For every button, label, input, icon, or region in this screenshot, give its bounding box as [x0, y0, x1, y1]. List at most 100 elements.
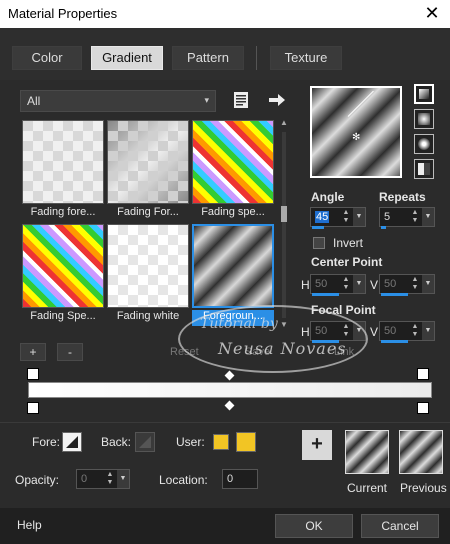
preset-image [107, 224, 189, 308]
preset-image [22, 120, 104, 204]
opacity-spinbox[interactable]: 0 ▲ ▼ ▼ [76, 469, 130, 489]
tab-gradient[interactable]: Gradient [91, 46, 163, 70]
chevron-down-icon[interactable]: ▼ [422, 322, 434, 340]
opacity-stop-left[interactable] [27, 368, 39, 380]
repeats-spinbox[interactable]: 5 ▲ ▼ ▼ [379, 207, 435, 229]
watermark-line1: Tutorial by [200, 316, 278, 332]
preset-thumbnail[interactable]: Fading Spe... [22, 224, 104, 326]
location-input[interactable]: 0 [222, 469, 258, 489]
scroll-thumb[interactable] [281, 206, 287, 222]
spin-arrows-icon[interactable]: ▲ ▼ [410, 276, 420, 292]
tab-separator [256, 46, 257, 70]
repeats-level [381, 226, 386, 229]
tab-texture[interactable]: Texture [270, 46, 342, 70]
radial-style-button[interactable] [414, 159, 434, 179]
preset-thumbnail[interactable]: Fading fore... [22, 120, 104, 222]
back-swatch[interactable] [135, 432, 155, 452]
help-button[interactable]: Help [17, 518, 42, 532]
linear-style-button[interactable] [414, 84, 434, 104]
preset-thumbnail[interactable]: Fading spe... [192, 120, 274, 222]
color-stop-right[interactable] [417, 402, 429, 414]
invert-label: Invert [333, 236, 364, 250]
ok-button[interactable]: OK [275, 514, 353, 538]
gradient-preview[interactable]: ✻ [310, 86, 402, 178]
spin-arrows-icon[interactable]: ▲ ▼ [341, 209, 351, 225]
color-stop-left[interactable] [27, 402, 39, 414]
center-v-value: 50 [384, 278, 397, 290]
preset-thumbnail[interactable]: Fading For... [107, 120, 189, 222]
opacity-stop-right[interactable] [417, 368, 429, 380]
preset-dropdown[interactable]: All ▾ [20, 90, 216, 112]
angle-spinbox[interactable]: 45 ▲ ▼ ▼ [310, 207, 366, 229]
preset-image [192, 224, 274, 308]
opacity-midpoint[interactable] [224, 370, 235, 381]
angle-level [312, 226, 324, 229]
color-midpoint[interactable] [224, 400, 235, 411]
remove-stop-button[interactable]: - [57, 343, 83, 361]
location-label: Location: [159, 473, 208, 487]
center-h-level [312, 293, 339, 296]
center-point-label: Center Point [311, 255, 383, 269]
tab-pattern[interactable]: Pattern [172, 46, 244, 70]
chevron-down-icon[interactable]: ▼ [353, 275, 365, 293]
chevron-down-icon[interactable]: ▼ [422, 208, 434, 226]
chevron-down-icon: ▾ [204, 95, 209, 105]
current-label: Current [347, 481, 388, 495]
current-preview [345, 430, 389, 474]
previous-preview[interactable] [399, 430, 443, 474]
rectangular-style-button[interactable] [414, 109, 434, 129]
angle-value: 45 [315, 211, 330, 223]
repeats-value: 5 [384, 211, 391, 223]
angle-label: Angle [311, 190, 345, 204]
gradient-editor[interactable] [27, 368, 432, 414]
focal-v-value: 50 [384, 325, 397, 337]
center-handle-icon[interactable]: ✻ [352, 132, 360, 143]
close-icon[interactable]: ✕ [420, 2, 444, 24]
gradient-bar[interactable] [28, 382, 432, 398]
user-label: User: [176, 435, 205, 449]
opacity-value: 0 [81, 473, 88, 485]
center-h-value: 50 [315, 278, 328, 290]
preset-label: Fading Spe... [30, 310, 96, 322]
location-value: 0 [227, 473, 234, 485]
add-stop-button[interactable]: + [20, 343, 46, 361]
fore-swatch[interactable] [62, 432, 82, 452]
invert-checkbox[interactable] [313, 237, 325, 249]
arrow-right-icon[interactable] [268, 92, 286, 108]
sunburst-style-button[interactable] [414, 134, 434, 154]
spin-arrows-icon[interactable]: ▲ ▼ [105, 471, 115, 487]
focal-v-spinbox[interactable]: 50 ▲ ▼ ▼ [379, 321, 435, 343]
back-label: Back: [101, 435, 132, 449]
tab-color[interactable]: Color [12, 46, 82, 70]
spin-arrows-icon[interactable]: ▲ ▼ [410, 209, 420, 225]
preset-label: Fading For... [117, 206, 179, 218]
user-radio[interactable] [213, 434, 229, 450]
center-v-label: V [370, 278, 379, 292]
preset-value: All [27, 94, 41, 108]
center-v-spinbox[interactable]: 50 ▲ ▼ ▼ [379, 274, 435, 296]
resource-manager-icon[interactable] [233, 91, 249, 109]
focal-v-label: V [370, 325, 379, 339]
angle-needle[interactable] [347, 90, 374, 117]
spin-arrows-icon[interactable]: ▲ ▼ [341, 276, 351, 292]
chevron-down-icon[interactable]: ▼ [353, 208, 365, 226]
cancel-button[interactable]: Cancel [361, 514, 439, 538]
center-h-spinbox[interactable]: 50 ▲ ▼ ▼ [310, 274, 366, 296]
focal-v-level [381, 340, 408, 343]
scroll-up-icon[interactable]: ▲ [278, 118, 290, 130]
spin-arrows-icon[interactable]: ▲ ▼ [410, 323, 420, 339]
preset-label: Fading white [116, 310, 180, 322]
preset-scrollbar[interactable]: ▲ ▼ [278, 118, 290, 332]
preset-image [107, 120, 189, 204]
chevron-down-icon[interactable]: ▼ [117, 470, 129, 488]
user-color-swatch[interactable] [236, 432, 256, 452]
preset-image [22, 224, 104, 308]
preset-grid: Fading fore... Fading For... Fading spe.… [20, 118, 276, 332]
add-to-swatches-button[interactable]: + [302, 430, 332, 460]
chevron-down-icon[interactable]: ▼ [422, 275, 434, 293]
preset-label: Fading spe... [201, 206, 265, 218]
preset-thumbnail[interactable]: Fading white [107, 224, 189, 326]
center-h-label: H [301, 278, 310, 292]
dialog-footer: Help OK Cancel [0, 508, 450, 544]
scroll-track[interactable] [282, 132, 286, 318]
